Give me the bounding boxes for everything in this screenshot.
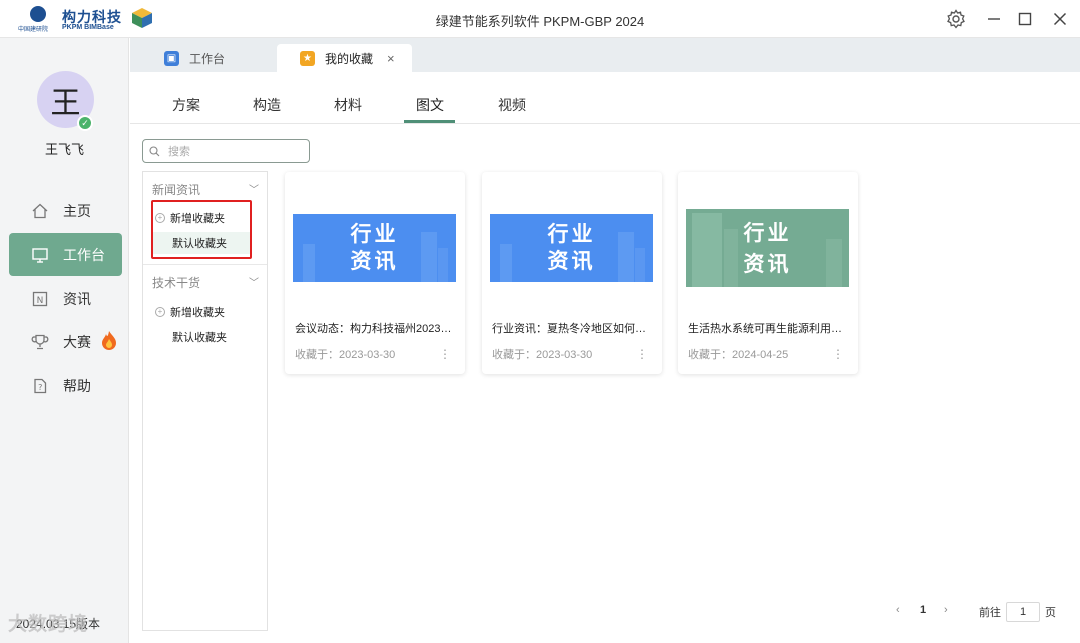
nav-item-home[interactable]: 主页 xyxy=(9,189,122,232)
search-icon xyxy=(149,145,160,156)
cattab-material[interactable]: 材料 xyxy=(334,95,362,115)
more-vertical-icon[interactable]: ⋮ xyxy=(832,348,844,360)
add-folder-button[interactable]: + 新增收藏夹 xyxy=(155,301,225,323)
card-date: 收藏于：2024-04-25 xyxy=(688,349,789,361)
add-circle-icon: + xyxy=(155,307,165,317)
svg-text:N: N xyxy=(37,296,44,306)
chevron-down-icon[interactable]: ﹀ xyxy=(249,181,259,196)
folder-item-default[interactable]: 默认收藏夹 xyxy=(153,232,251,254)
nav-label-contest: 大赛 xyxy=(63,333,91,350)
card-thumbnail: 行业 资讯 xyxy=(686,209,849,287)
add-folder-label: 新增收藏夹 xyxy=(170,213,225,225)
sidebar: 王 ✓ 王飞飞 主页 工作台 N 资讯 大赛 ? 帮助 xyxy=(0,38,129,643)
cattab-construction[interactable]: 构造 xyxy=(253,95,281,115)
card-date: 收藏于：2023-03-30 xyxy=(492,349,593,361)
app-title: 绿建节能系列软件 PKPM-GBP 2024 xyxy=(435,14,645,29)
close-window-icon[interactable] xyxy=(1049,8,1071,30)
more-vertical-icon[interactable]: ⋮ xyxy=(439,348,451,360)
nav-item-news[interactable]: N 资讯 xyxy=(9,277,122,320)
nav-label-home: 主页 xyxy=(63,202,91,219)
search-input[interactable]: 搜索 xyxy=(142,139,310,163)
workbench-tab-icon: ▣ xyxy=(164,50,179,66)
card-thumbnail: 行业 资讯 xyxy=(293,214,456,282)
svg-text:?: ? xyxy=(38,383,42,392)
chevron-down-icon[interactable]: ﹀ xyxy=(249,274,259,289)
next-page-icon[interactable]: › xyxy=(944,604,948,616)
card-title[interactable]: 行业资讯：夏热冬冷地区如何… xyxy=(492,320,652,336)
card-thumbnail: 行业 资讯 xyxy=(490,214,653,282)
fire-icon xyxy=(100,330,118,353)
username: 王飞飞 xyxy=(44,142,84,157)
minimize-icon[interactable] xyxy=(983,8,1005,30)
add-folder-button[interactable]: + 新增收藏夹 xyxy=(155,207,225,229)
tab-label-workbench: 工作台 xyxy=(189,51,226,66)
more-vertical-icon[interactable]: ⋮ xyxy=(636,348,648,360)
monitor-icon xyxy=(31,246,49,264)
cattab-plan[interactable]: 方案 xyxy=(172,95,200,115)
tab-label-favorites: 我的收藏 xyxy=(325,51,374,66)
prev-page-icon[interactable]: ‹ xyxy=(896,604,900,616)
goto-label: 前往 xyxy=(979,607,1001,619)
title-bar: 构力科技 中国建研院 PKPM BIMBase 绿建节能系列软件 PKPM-GB… xyxy=(0,0,1080,38)
settings-gear-icon[interactable] xyxy=(945,8,967,30)
current-page[interactable]: 1 xyxy=(920,604,926,616)
folder-label: 默认收藏夹 xyxy=(172,238,227,250)
category-tabs: 方案 构造 材料 图文 视频 xyxy=(130,72,1080,124)
page-jump-input[interactable]: 1 xyxy=(1006,602,1040,622)
card-image-text: 资讯 xyxy=(547,250,596,273)
folder-item-default[interactable]: 默认收藏夹 xyxy=(172,326,227,348)
folder-group-tech[interactable]: 技术干货 ﹀ xyxy=(143,272,267,292)
folder-panel: 新闻资讯 ﹀ + 新增收藏夹 默认收藏夹 技术干货 ﹀ + 新增收藏夹 默认收藏… xyxy=(142,171,268,631)
favorite-card[interactable]: 行业 资讯 行业资讯：夏热冬冷地区如何… 收藏于：2023-03-30 ⋮ xyxy=(482,172,662,374)
card-image-text: 行业 xyxy=(743,222,792,245)
add-circle-icon: + xyxy=(155,213,165,223)
card-image-text: 行业 xyxy=(350,223,399,246)
close-tab-icon[interactable]: × xyxy=(387,51,395,66)
card-image-text: 资讯 xyxy=(350,250,399,273)
home-icon xyxy=(31,202,49,220)
help-icon: ? xyxy=(31,377,49,395)
add-folder-label: 新增收藏夹 xyxy=(170,307,225,319)
divider xyxy=(143,264,267,265)
favorite-card[interactable]: 行业 资讯 生活热水系统可再生能源利用… 收藏于：2024-04-25 ⋮ xyxy=(678,172,858,374)
watermark: 大数跨境 xyxy=(8,614,89,635)
tab-favorites[interactable]: ★ 我的收藏 × xyxy=(277,44,412,72)
nav-label-help: 帮助 xyxy=(63,377,91,394)
nav-label-news: 资讯 xyxy=(63,290,91,307)
trophy-icon xyxy=(31,333,49,351)
verified-check-icon: ✓ xyxy=(77,115,93,131)
cattab-article[interactable]: 图文 xyxy=(416,95,444,115)
favorite-card[interactable]: 行业 资讯 会议动态：构力科技福州2023… 收藏于：2023-03-30 ⋮ xyxy=(285,172,465,374)
cattab-video[interactable]: 视频 xyxy=(498,95,526,115)
card-date: 收藏于：2023-03-30 xyxy=(295,349,396,361)
active-tab-underline xyxy=(404,120,455,123)
nav-item-help[interactable]: ? 帮助 xyxy=(9,364,122,407)
search-placeholder: 搜索 xyxy=(168,146,190,158)
card-title[interactable]: 会议动态：构力科技福州2023… xyxy=(295,320,455,336)
news-icon: N xyxy=(31,290,49,308)
card-image-text: 资讯 xyxy=(743,253,792,276)
page-suffix: 页 xyxy=(1045,607,1056,619)
tab-bar: ▣ 工作台 ★ 我的收藏 × xyxy=(130,38,1080,72)
nav-item-contest[interactable]: 大赛 xyxy=(9,320,122,363)
nav-item-workbench[interactable]: 工作台 xyxy=(9,233,122,276)
tab-workbench[interactable]: ▣ 工作台 xyxy=(164,44,274,72)
maximize-icon[interactable] xyxy=(1014,8,1036,30)
folder-group-title: 技术干货 xyxy=(152,275,201,290)
folder-label: 默认收藏夹 xyxy=(172,332,227,344)
nav-label-workbench: 工作台 xyxy=(63,246,105,263)
card-image-text: 行业 xyxy=(547,223,596,246)
folder-group-title: 新闻资讯 xyxy=(152,182,201,197)
card-title[interactable]: 生活热水系统可再生能源利用… xyxy=(688,320,848,336)
folder-group-news[interactable]: 新闻资讯 ﹀ xyxy=(143,179,267,199)
star-icon: ★ xyxy=(300,50,315,66)
